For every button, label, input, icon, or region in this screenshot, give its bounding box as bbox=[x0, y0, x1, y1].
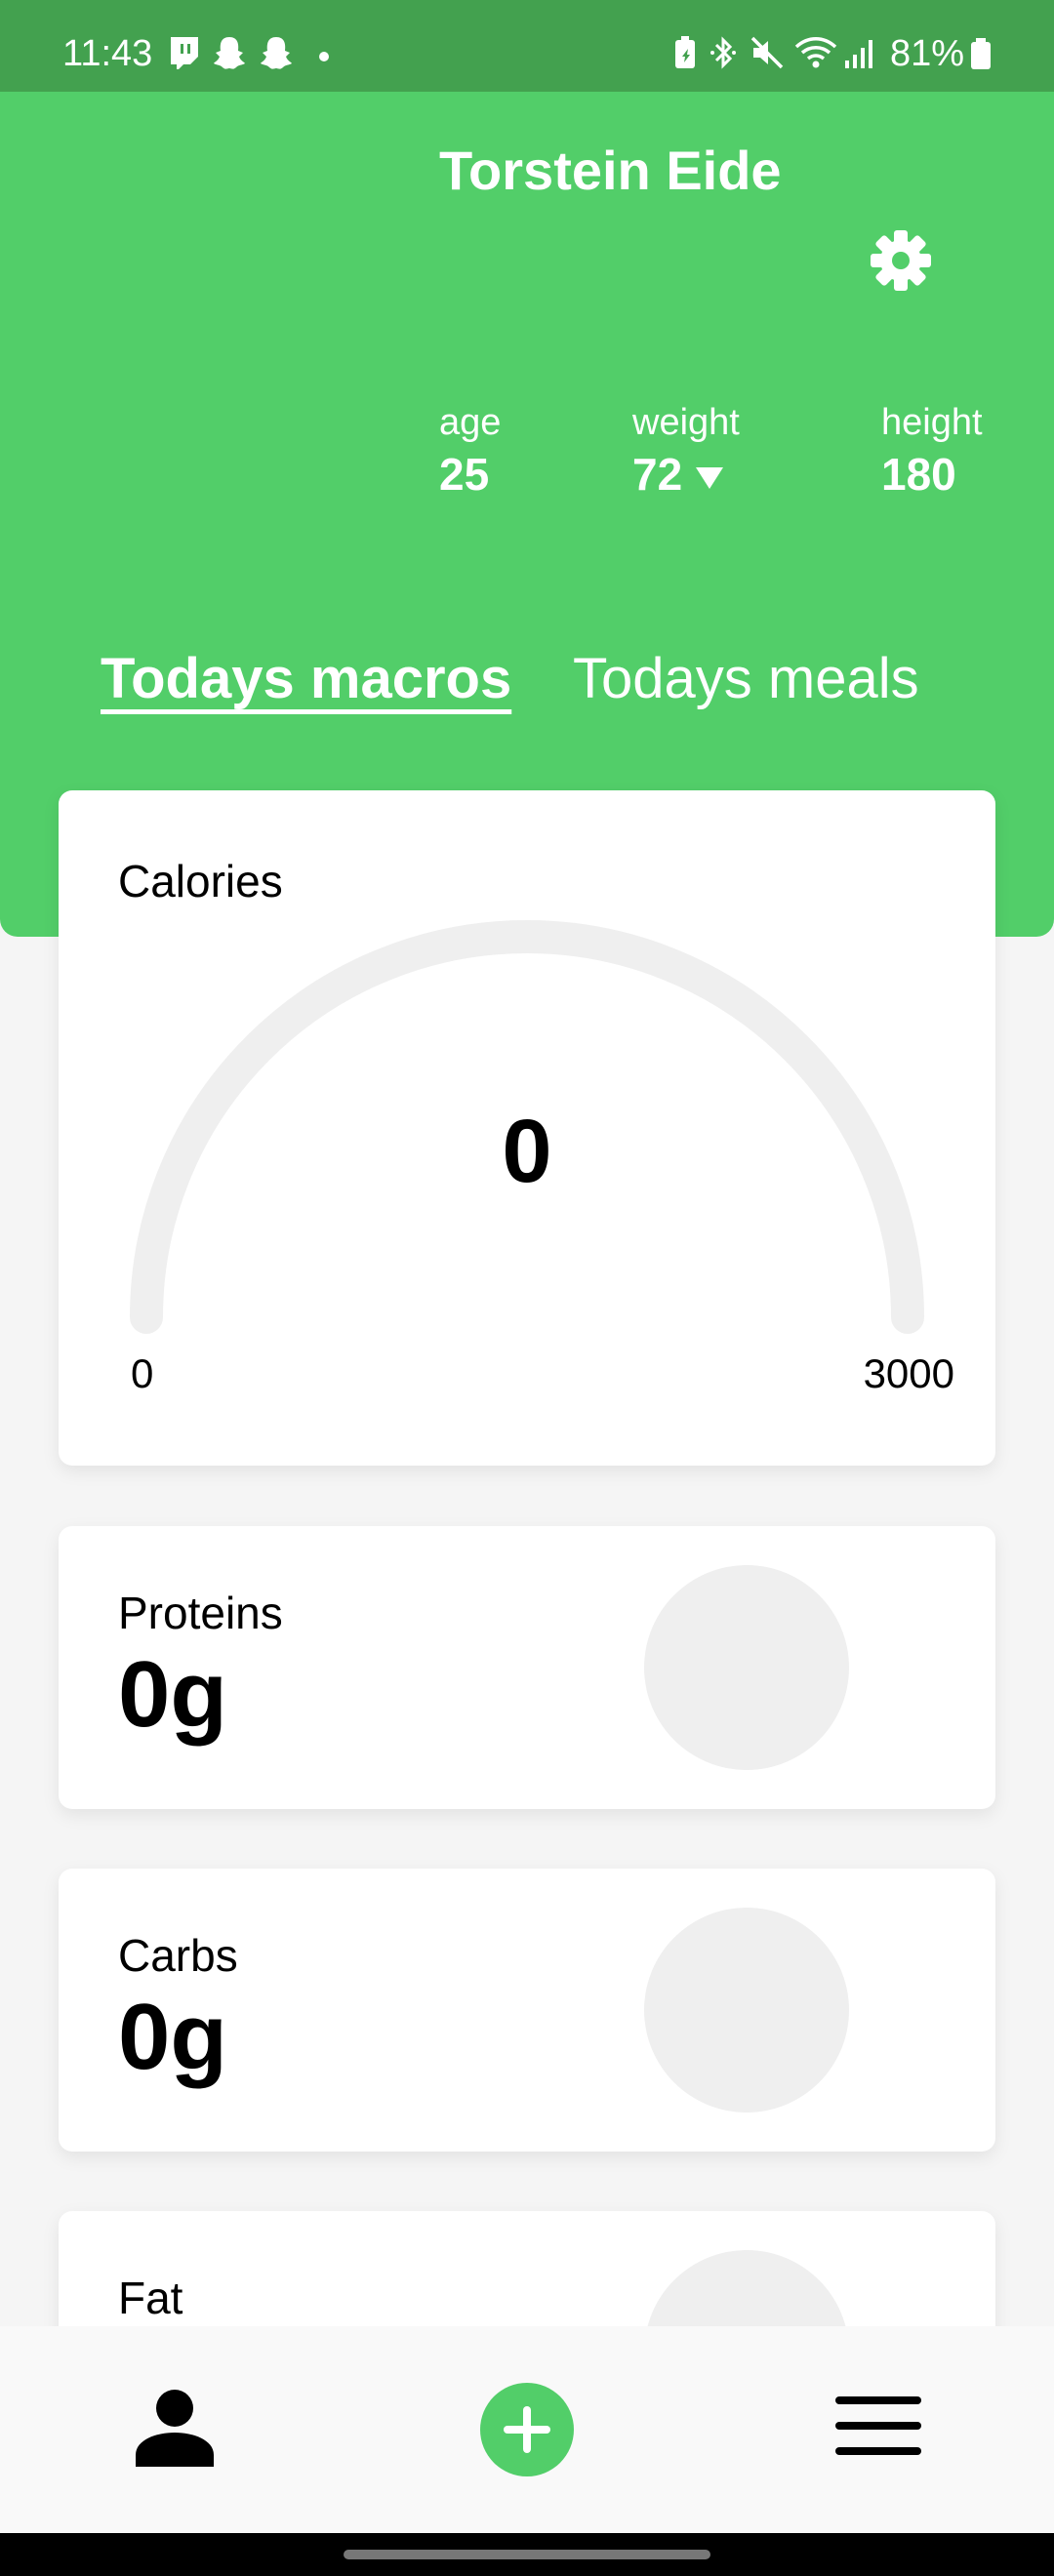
snapchat-icon bbox=[261, 37, 292, 69]
dropdown-arrow-icon[interactable] bbox=[696, 466, 724, 489]
status-bar: 11:43 81% bbox=[0, 0, 1054, 92]
stat-weight-label: weight bbox=[632, 402, 740, 443]
status-time: 11:43 bbox=[62, 33, 153, 74]
calories-max: 3000 bbox=[863, 1350, 954, 1396]
bluetooth-icon bbox=[710, 36, 736, 69]
mute-icon bbox=[750, 36, 784, 69]
stat-weight-value-row: 72 bbox=[632, 448, 740, 501]
calories-min: 0 bbox=[131, 1350, 154, 1396]
app-screen: 11:43 81% Torstein Eide age 25 weight 72… bbox=[0, 0, 1054, 2576]
carbs-card: Carbs 0g bbox=[59, 1869, 995, 2152]
carbs-label: Carbs bbox=[118, 1930, 238, 1981]
calories-card: Calories 0 0 3000 bbox=[59, 790, 995, 1466]
stat-height-label: height bbox=[881, 402, 983, 443]
stat-weight[interactable]: weight 72 bbox=[632, 402, 740, 501]
twitch-icon bbox=[171, 37, 198, 69]
stat-weight-value: 72 bbox=[632, 449, 683, 500]
settings-gear-icon[interactable] bbox=[869, 228, 933, 293]
tab-todays-meals[interactable]: Todays meals bbox=[573, 646, 919, 711]
home-gesture-handle[interactable] bbox=[344, 2550, 710, 2559]
tab-todays-macros[interactable]: Todays macros bbox=[101, 646, 511, 711]
proteins-chart bbox=[644, 1565, 849, 1770]
profile-icon[interactable] bbox=[133, 2389, 217, 2467]
bottom-nav bbox=[0, 2326, 1054, 2533]
calories-value: 0 bbox=[502, 1102, 552, 1201]
signal-icon bbox=[845, 40, 872, 68]
stat-age-value: 25 bbox=[439, 449, 490, 500]
fat-label: Fat bbox=[118, 2273, 183, 2323]
carbs-chart bbox=[644, 1908, 849, 2113]
battery-icon bbox=[971, 38, 991, 69]
carbs-value: 0g bbox=[118, 1985, 228, 2089]
stat-height-value: 180 bbox=[881, 449, 956, 500]
snapchat-icon bbox=[214, 37, 245, 69]
menu-icon[interactable] bbox=[835, 2393, 921, 2459]
proteins-value: 0g bbox=[118, 1642, 228, 1747]
stat-age-label: age bbox=[439, 402, 502, 443]
proteins-label: Proteins bbox=[118, 1588, 283, 1638]
stat-age: age 25 bbox=[439, 402, 501, 501]
dot-icon bbox=[319, 52, 329, 61]
wifi-icon bbox=[794, 37, 837, 68]
user-name: Torstein Eide bbox=[439, 140, 782, 201]
battery-saver-icon bbox=[675, 36, 695, 68]
proteins-card: Proteins 0g bbox=[59, 1526, 995, 1809]
add-icon[interactable] bbox=[480, 2383, 574, 2476]
battery-percent: 81% bbox=[890, 33, 965, 74]
stat-height: height 180 bbox=[881, 402, 983, 501]
